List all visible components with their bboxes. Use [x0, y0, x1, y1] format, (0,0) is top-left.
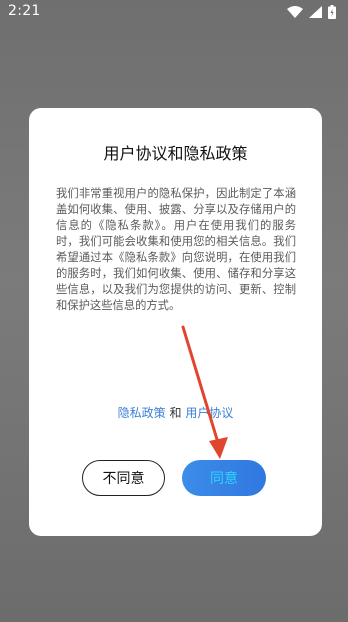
user-agreement-link[interactable]: 用户协议 [185, 406, 233, 420]
status-icons [287, 5, 336, 19]
wifi-icon [287, 6, 303, 18]
links-conjunction: 和 [165, 406, 186, 420]
policy-links: 隐私政策 和 用户协议 [29, 404, 322, 421]
privacy-policy-link[interactable]: 隐私政策 [118, 406, 166, 420]
agree-button[interactable]: 同意 [182, 460, 266, 496]
status-bar: 2:21 [0, 0, 348, 24]
dialog-title: 用户协议和隐私政策 [103, 144, 248, 163]
decline-button[interactable]: 不同意 [82, 460, 165, 496]
dialog-body-text: 我们非常重视用户的隐私保护，因此制定了本涵盖如何收集、使用、披露、分享以及存储用… [56, 187, 296, 312]
privacy-dialog: 用户协议和隐私政策 我们非常重视用户的隐私保护，因此制定了本涵盖如何收集、使用、… [29, 108, 322, 536]
battery-icon [328, 5, 336, 19]
signal-icon [309, 6, 322, 18]
status-time: 2:21 [8, 3, 41, 19]
